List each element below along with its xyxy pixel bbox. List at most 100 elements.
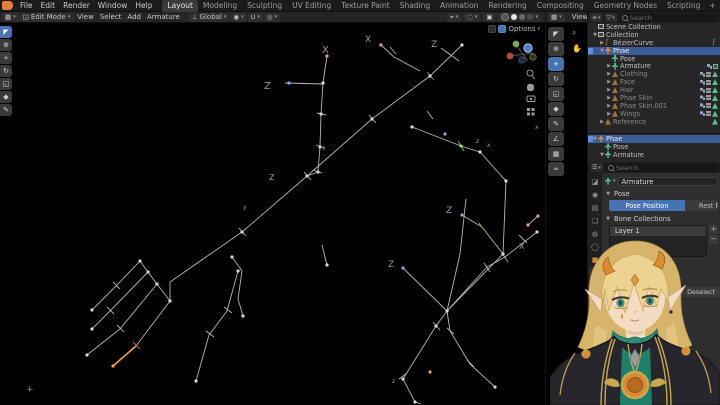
- zoom-icon[interactable]: [526, 69, 536, 80]
- annotate-tool[interactable]: ✎: [0, 104, 12, 116]
- annotate-tool[interactable]: ✎: [548, 117, 564, 131]
- stack-icon[interactable]: [706, 111, 711, 117]
- measure-tool[interactable]: ∠: [548, 132, 564, 146]
- bone-joint[interactable]: [236, 269, 240, 273]
- menu-file[interactable]: File: [16, 1, 37, 10]
- bone-segment[interactable]: [527, 215, 539, 226]
- bone-joint[interactable]: [504, 179, 508, 183]
- bone-segment[interactable]: [139, 260, 149, 273]
- bone-joint[interactable]: [321, 81, 325, 85]
- mode-selector[interactable]: ◲ Edit Mode ▾: [19, 12, 74, 22]
- bone-joint[interactable]: [155, 282, 159, 286]
- bone-segment[interactable]: [486, 256, 506, 268]
- pivot-point[interactable]: ◉ ▾: [230, 12, 247, 22]
- outliner-row-clothing[interactable]: ▶ Clothing: [588, 70, 720, 78]
- transform-tool[interactable]: ◆: [0, 91, 12, 103]
- wrench-icon[interactable]: [700, 103, 705, 109]
- cursor-tool[interactable]: ⊕: [0, 39, 12, 51]
- outliner-row-armature[interactable]: ▼ Armature: [588, 151, 720, 159]
- bone-segment[interactable]: [284, 82, 324, 85]
- bone-segment[interactable]: [86, 328, 121, 356]
- extrude-tool[interactable]: ▦: [548, 147, 564, 161]
- wrench-icon[interactable]: [700, 95, 705, 101]
- bone-segment[interactable]: [371, 75, 431, 120]
- bone-segment[interactable]: [469, 363, 496, 388]
- bone-segment[interactable]: [205, 330, 215, 338]
- bone-segment[interactable]: [135, 300, 171, 347]
- proportional-editing[interactable]: ◎ ▾: [263, 12, 281, 22]
- remove-collection-button[interactable]: −: [709, 235, 718, 244]
- select-tool[interactable]: ◤: [0, 26, 12, 38]
- bone-segment[interactable]: [237, 298, 244, 317]
- properties-tab-scene[interactable]: ◍: [589, 228, 601, 239]
- bone-joint[interactable]: [85, 353, 89, 357]
- tri-icon[interactable]: [712, 79, 718, 86]
- bone-joint[interactable]: [319, 112, 323, 116]
- expander-icon[interactable]: ▶: [606, 79, 612, 85]
- bone-segment[interactable]: [411, 126, 426, 133]
- grid-ortho-icon[interactable]: [527, 108, 535, 116]
- bone-segment[interactable]: [237, 270, 243, 300]
- bone-joint[interactable]: [287, 81, 291, 85]
- bone-joint[interactable]: [428, 370, 432, 374]
- bone-joint[interactable]: [493, 385, 497, 389]
- menu-edit[interactable]: Edit: [37, 1, 60, 10]
- bone-joint[interactable]: [168, 299, 172, 303]
- workspace-tab-geometry-nodes[interactable]: Geometry Nodes: [589, 0, 662, 12]
- expander-icon[interactable]: ▶: [606, 103, 612, 109]
- workspace-tab-animation[interactable]: Animation: [435, 0, 483, 12]
- bone-segment[interactable]: [402, 378, 416, 403]
- bone-segment[interactable]: [426, 110, 434, 120]
- navigation-gizmo[interactable]: [506, 40, 537, 64]
- shear-tool[interactable]: ≈: [548, 162, 564, 176]
- move-tool[interactable]: +: [548, 57, 564, 71]
- menu-help[interactable]: Help: [131, 1, 156, 10]
- wrench-icon[interactable]: [700, 111, 705, 117]
- blender-logo-icon[interactable]: [2, 1, 13, 10]
- tri-icon[interactable]: [712, 94, 718, 101]
- bone-segment[interactable]: [91, 310, 111, 330]
- stack-icon[interactable]: [706, 103, 711, 109]
- bone-joint[interactable]: [90, 308, 94, 312]
- stack-icon[interactable]: [706, 95, 711, 101]
- outliner-row-b-ziercurve[interactable]: ▶ ∫ BézierCurve ∫: [588, 39, 720, 47]
- bone-segment[interactable]: [481, 226, 504, 255]
- snap-toggle[interactable]: U ▾: [247, 12, 263, 22]
- bone-segment[interactable]: [226, 270, 239, 312]
- show-gizmo-toggle[interactable]: ⌖ ▾: [446, 12, 462, 22]
- bone-segment[interactable]: [320, 82, 324, 115]
- wrench-icon[interactable]: [700, 87, 705, 93]
- bone-joint[interactable]: [325, 263, 329, 267]
- bone-joint[interactable]: [410, 125, 414, 129]
- bone-joint[interactable]: [459, 144, 463, 148]
- zoom-icon[interactable]: ⌕: [572, 28, 576, 38]
- menu-render[interactable]: Render: [59, 1, 94, 10]
- bone-segment[interactable]: [231, 256, 243, 272]
- bone-segment[interactable]: [119, 283, 158, 330]
- outliner-row-armature[interactable]: ▶ Armature: [588, 62, 720, 70]
- bone-joint[interactable]: [241, 314, 245, 318]
- bone-joint[interactable]: [230, 255, 234, 259]
- outliner-row-pose[interactable]: Pose: [588, 143, 720, 151]
- bone-segment[interactable]: [446, 266, 488, 312]
- outliner-filter[interactable]: ▽ ▾: [604, 13, 617, 22]
- outliner-row-pose[interactable]: Pose: [588, 55, 720, 63]
- outliner-row-face[interactable]: ▶ Face: [588, 78, 720, 86]
- bone-segment[interactable]: [389, 46, 397, 55]
- expander-icon[interactable]: ▶: [606, 111, 612, 117]
- workspace-tab-shading[interactable]: Shading: [395, 0, 435, 12]
- mirror-toggle-active[interactable]: [498, 25, 507, 33]
- outliner-row-phae[interactable]: ▼ Phae: [588, 47, 720, 55]
- properties-tab-output[interactable]: ▤: [589, 202, 601, 213]
- tri-icon[interactable]: [712, 87, 718, 94]
- bone-segment[interactable]: [147, 271, 158, 285]
- bone-joint[interactable]: [501, 252, 505, 256]
- rest-position-button[interactable]: Rest Position: [685, 200, 718, 211]
- select-button[interactable]: Select: [612, 287, 670, 297]
- bone-joint[interactable]: [443, 132, 447, 136]
- bone-joint[interactable]: [526, 223, 530, 227]
- bone-joint[interactable]: [428, 74, 432, 78]
- bone-collections-section-header[interactable]: ▼ Bone Collections: [605, 213, 718, 224]
- deselect-button[interactable]: Deselect: [672, 287, 720, 297]
- outliner-row-hair[interactable]: ▶ Hair: [588, 86, 720, 94]
